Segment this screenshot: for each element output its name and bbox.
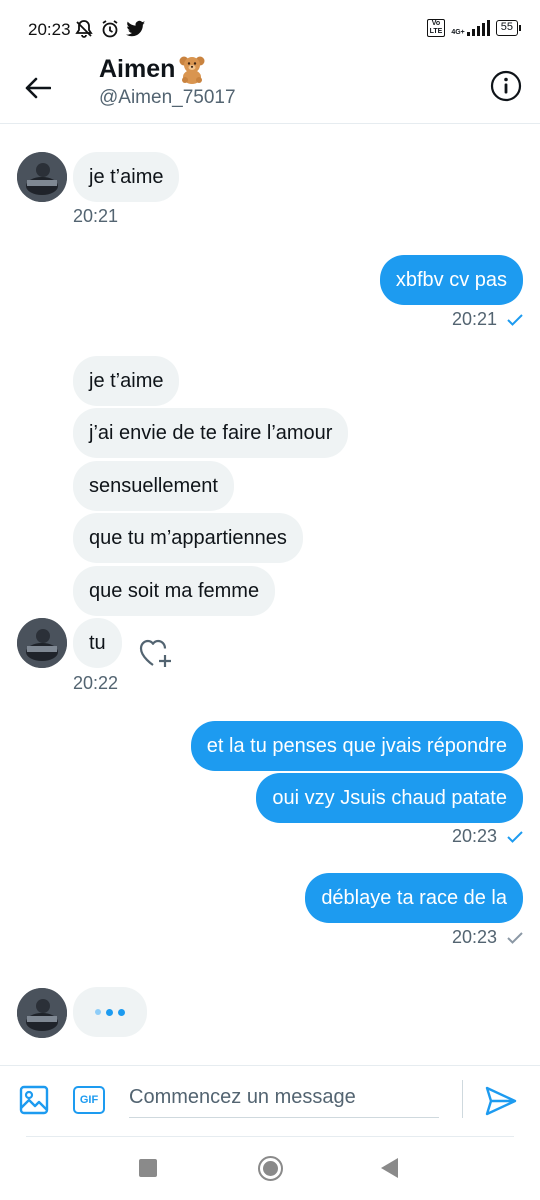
typing-dot: [118, 1008, 125, 1016]
message-bubble-incoming[interactable]: je t’aime: [73, 152, 180, 202]
system-back-button[interactable]: [381, 1158, 398, 1178]
info-icon[interactable]: [490, 70, 522, 102]
system-nav-bar: [0, 1145, 540, 1200]
message-bubble-incoming[interactable]: je t’aime: [73, 356, 180, 406]
image-icon[interactable]: [18, 1084, 50, 1116]
volte-bottom: LTE: [429, 28, 443, 35]
avatar[interactable]: [17, 152, 67, 202]
message-bubble-outgoing[interactable]: et la tu penses que jvais répondre: [190, 721, 523, 771]
message-bubble-incoming[interactable]: que tu m’appartiennes: [73, 513, 303, 563]
sent-check-icon: [507, 932, 523, 945]
battery-icon: 55: [495, 20, 522, 36]
avatar[interactable]: [17, 988, 67, 1038]
typing-indicator: [73, 987, 147, 1037]
message-timestamp: 20:23: [451, 826, 497, 846]
teddy-bear-icon: [179, 56, 205, 84]
status-time: 20:23: [28, 20, 71, 39]
read-check-icon: [507, 314, 523, 327]
home-button[interactable]: [258, 1156, 283, 1181]
message-bubble-incoming[interactable]: sensuellement: [73, 461, 234, 511]
composer-divider-bottom: [26, 1136, 514, 1137]
avatar[interactable]: [17, 618, 67, 668]
twitter-bird-icon: [126, 20, 146, 37]
message-timestamp: 20:21: [451, 309, 497, 329]
alarm-icon: [102, 20, 118, 38]
message-bubble-outgoing[interactable]: déblaye ta race de la: [305, 873, 523, 923]
status-notification-icons: [74, 19, 146, 39]
avatar-photo: [17, 618, 67, 668]
avatar-photo: [17, 988, 67, 1038]
avatar-photo: [17, 152, 67, 202]
message-bubble-incoming[interactable]: j’ai envie de te faire l’amour: [73, 408, 349, 458]
typing-dot: [95, 1009, 101, 1015]
contact-handle[interactable]: @Aimen_75017: [99, 87, 236, 109]
message-timestamp-row: 20:21: [452, 309, 523, 330]
message-timestamp: 20:22: [73, 673, 119, 693]
mute-bell-icon: [75, 20, 93, 38]
home-dot: [263, 1161, 278, 1176]
message-composer: GIF: [0, 1065, 540, 1137]
read-check-icon: [507, 831, 523, 844]
send-icon[interactable]: [484, 1084, 518, 1118]
signal-icon: [466, 20, 490, 36]
network-indicator: 4G+: [451, 20, 490, 36]
message-bubble-incoming[interactable]: tu: [73, 618, 122, 668]
conversation-header: Aimen @Aimen_75017: [0, 50, 540, 124]
contact-name: Aimen: [99, 54, 176, 83]
composer-divider: [462, 1080, 463, 1118]
volte-top: Vo: [431, 20, 441, 27]
back-button[interactable]: [20, 70, 56, 106]
volte-badge: Vo LTE: [426, 19, 446, 37]
message-bubble-outgoing[interactable]: xbfbv cv pas: [379, 255, 523, 305]
message-timestamp: 20:23: [451, 927, 497, 947]
conversation-title[interactable]: Aimen: [99, 54, 207, 84]
message-timestamp-row: 20:23: [452, 927, 523, 948]
recent-apps-button[interactable]: [139, 1159, 157, 1177]
message-timestamp-row: 20:23: [452, 826, 523, 847]
message-bubble-outgoing[interactable]: oui vzy Jsuis chaud patate: [256, 773, 523, 823]
message-input[interactable]: [129, 1078, 439, 1118]
status-system-icons: Vo LTE 4G+ 55: [426, 19, 522, 37]
back-arrow-icon: [25, 77, 51, 99]
gif-button[interactable]: GIF: [73, 1086, 105, 1114]
typing-dot: [106, 1008, 113, 1016]
add-reaction-heart-icon[interactable]: [138, 636, 174, 670]
network-type: 4G+: [451, 29, 465, 36]
message-bubble-incoming[interactable]: que soit ma femme: [73, 566, 276, 616]
message-timestamp: 20:21: [73, 206, 119, 226]
